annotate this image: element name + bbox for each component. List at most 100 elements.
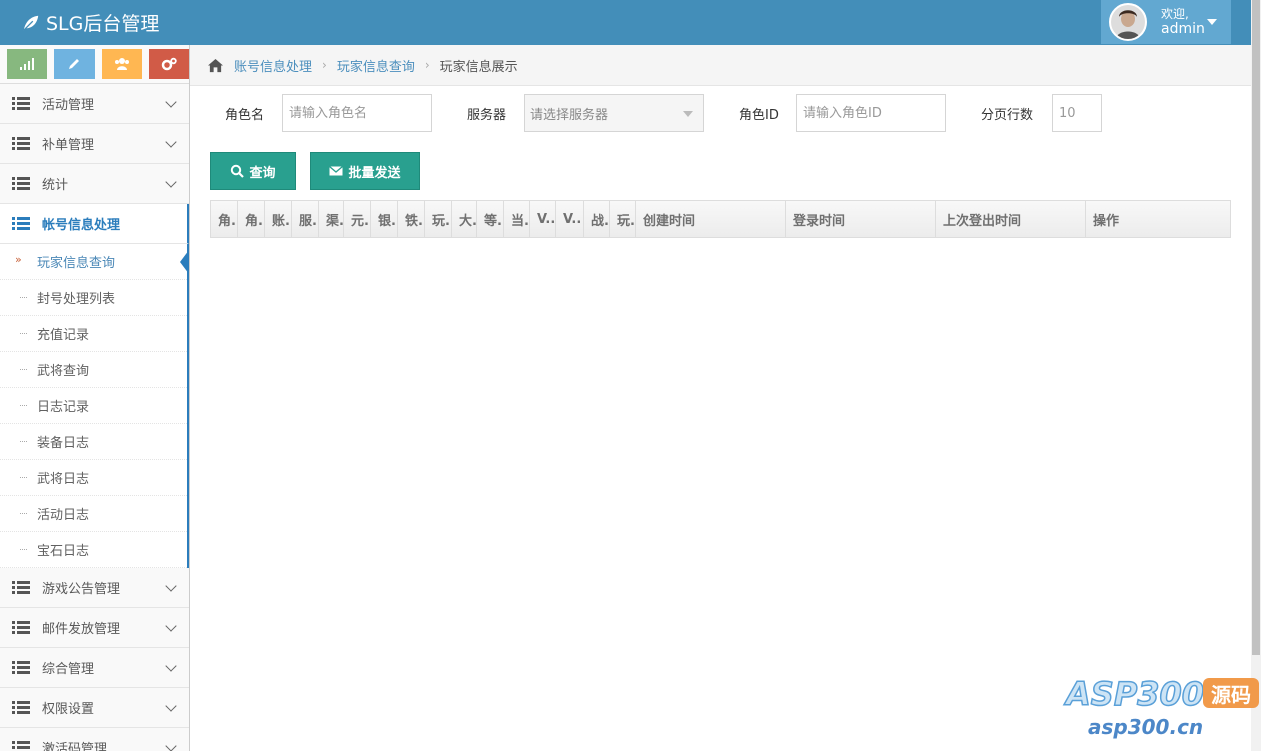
table-column-header[interactable]: 玩. [425, 201, 452, 237]
sidebar-item-label: 综合管理 [42, 662, 95, 677]
cogs-icon [161, 57, 177, 71]
watermark-url: asp300.cn [1088, 715, 1204, 739]
sidebar-subitem[interactable]: 充值记录 [0, 316, 187, 352]
list-icon [12, 217, 30, 230]
avatar [1109, 3, 1147, 41]
query-button[interactable]: 查询 [210, 152, 296, 190]
edit-shortcut-button[interactable] [54, 49, 95, 79]
chevron-down-icon [165, 740, 177, 751]
sidebar-subitem[interactable]: 活动日志 [0, 496, 187, 532]
sidebar-item[interactable]: 游戏公告管理 [0, 568, 189, 608]
sidebar-subitem[interactable]: 武将日志 [0, 460, 187, 496]
watermark: ASP300 源码 asp300.cn [1065, 674, 1261, 751]
role-name-input[interactable] [282, 94, 432, 132]
table-column-header[interactable]: 上次登出时间 [936, 201, 1086, 237]
table-column-header[interactable]: 渠. [319, 201, 344, 237]
table-column-header[interactable]: V.. [556, 201, 584, 237]
role-name-label: 角色名 [225, 108, 265, 123]
breadcrumb-link-account[interactable]: 账号信息处理 [234, 56, 312, 75]
breadcrumb-separator: › [424, 58, 430, 72]
breadcrumb-current: 玩家信息展示 [439, 59, 518, 75]
table-column-header[interactable]: 创建时间 [636, 201, 786, 237]
chevron-down-icon [165, 176, 177, 188]
sidebar-subitem-label: 封号处理列表 [37, 292, 116, 307]
list-icon [12, 177, 30, 190]
sidebar-item[interactable]: 帐号信息处理 [0, 204, 189, 244]
table-column-header[interactable]: 铁. [398, 201, 425, 237]
table-column-header[interactable]: 账. [265, 201, 292, 237]
chevron-down-icon [165, 580, 177, 592]
sidebar-subitem-label: 武将查询 [37, 364, 90, 379]
sidebar-item-label: 帐号信息处理 [42, 218, 121, 233]
page-scrollbar[interactable] [1251, 0, 1261, 751]
leaf-icon [23, 15, 39, 31]
caret-down-icon [1207, 19, 1217, 25]
sidebar-subitem[interactable]: 装备日志 [0, 424, 187, 460]
active-pointer [180, 250, 189, 274]
chevron-down-icon [165, 620, 177, 632]
settings-shortcut-button[interactable] [148, 49, 189, 79]
list-icon [12, 581, 30, 594]
table-column-header[interactable]: 角. [238, 201, 265, 237]
search-form: 角色名 服务器 请选择服务器 角色ID 分页行数 [190, 94, 1251, 132]
server-label: 服务器 [467, 108, 507, 123]
batch-send-button[interactable]: 批量发送 [310, 152, 420, 190]
table-column-header[interactable]: 角. [211, 201, 238, 237]
main-content: 账号信息处理 › 玩家信息查询 › 玩家信息展示 角色名 服务器 请选择服务器 … [190, 45, 1251, 751]
table-column-header[interactable]: 玩. [610, 201, 636, 237]
table-column-header[interactable]: 当. [504, 201, 530, 237]
sidebar-item[interactable]: 补单管理 [0, 124, 189, 164]
sidebar-item[interactable]: 活动管理 [0, 84, 189, 124]
stats-shortcut-button[interactable] [7, 49, 48, 79]
table-column-header[interactable]: 银. [371, 201, 398, 237]
sidebar-subitem[interactable]: » 玩家信息查询 [0, 244, 189, 280]
user-menu[interactable]: 欢迎, admin [1101, 0, 1231, 44]
table-column-header[interactable]: 服. [292, 201, 319, 237]
sidebar-submenu: » 玩家信息查询 封号处理列表充值记录武将查询日志记录装备日志武将日志活动日志宝石日… [0, 244, 189, 568]
sidebar-subitem-label: 武将日志 [37, 472, 90, 487]
dropdown-arrow-icon [683, 111, 693, 117]
sidebar-subitem-label: 日志记录 [37, 400, 90, 415]
role-id-label: 角色ID [739, 108, 779, 123]
sidebar-item[interactable]: 权限设置 [0, 688, 189, 728]
search-icon [231, 164, 245, 178]
scrollbar-thumb[interactable] [1252, 0, 1260, 655]
double-angle-right-icon: » [15, 253, 22, 266]
chevron-down-icon [165, 660, 177, 672]
breadcrumb-link-player-query[interactable]: 玩家信息查询 [337, 56, 415, 75]
table-column-header[interactable]: 元. [344, 201, 371, 237]
sidebar-subitem-label: 宝石日志 [37, 544, 90, 559]
sidebar-item[interactable]: 统计 [0, 164, 189, 204]
sidebar-nav: 活动管理补单管理统计帐号信息处理 » 玩家信息查询 封号处理列表充值记录武将查询日志记… [0, 84, 189, 751]
server-select[interactable]: 请选择服务器 [524, 94, 704, 132]
users-shortcut-button[interactable] [101, 49, 142, 79]
table-column-header[interactable]: 战. [584, 201, 610, 237]
role-id-input[interactable] [796, 94, 946, 132]
sidebar-subitem[interactable]: 宝石日志 [0, 532, 187, 568]
home-icon[interactable] [207, 58, 224, 73]
sidebar-item[interactable]: 综合管理 [0, 648, 189, 688]
signal-icon [20, 58, 35, 70]
sidebar-subitem[interactable]: 日志记录 [0, 388, 187, 424]
table-column-header[interactable]: 等. [477, 201, 504, 237]
table-column-header[interactable]: V.. [530, 201, 556, 237]
sidebar-item[interactable]: 邮件发放管理 [0, 608, 189, 648]
pencil-icon [69, 59, 80, 69]
breadcrumb-separator: › [322, 58, 327, 72]
sidebar-item-label: 补单管理 [42, 138, 95, 153]
envelope-icon [329, 166, 344, 176]
page-rows-input[interactable] [1052, 94, 1102, 132]
player-table-header: 角. 角. 账. 服. 渠. 元. 银. 铁. 玩. 大. 等. 当. V.. V.. 战. 玩. 创建时间 登录… [210, 200, 1231, 238]
brand[interactable]: SLG后台管理 [22, 9, 159, 36]
sidebar-item-label: 统计 [42, 178, 69, 193]
sidebar-subitem[interactable]: 武将查询 [0, 352, 187, 388]
sidebar-item[interactable]: 激活码管理 [0, 728, 189, 751]
table-column-header[interactable]: 操作 [1086, 201, 1226, 237]
table-column-header[interactable]: 大. [452, 201, 477, 237]
top-navbar: SLG后台管理 欢迎, admin [0, 0, 1251, 45]
list-icon [12, 137, 30, 150]
sidebar-subitem-label: 玩家信息查询 [37, 256, 116, 271]
sidebar-item-label: 游戏公告管理 [42, 582, 121, 597]
sidebar-subitem[interactable]: 封号处理列表 [0, 280, 187, 316]
table-column-header[interactable]: 登录时间 [786, 201, 936, 237]
